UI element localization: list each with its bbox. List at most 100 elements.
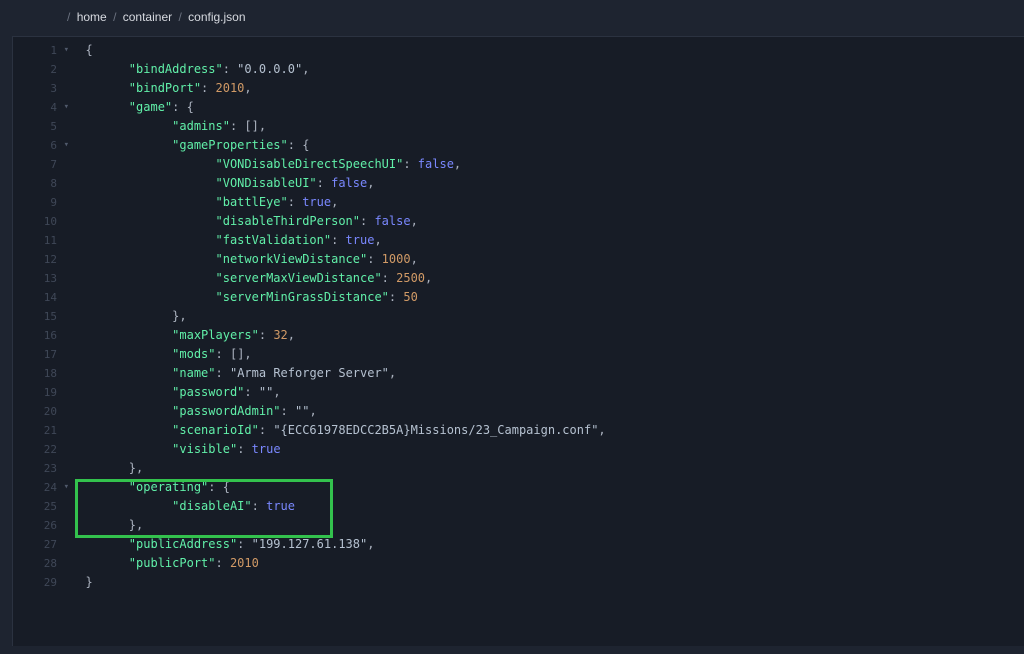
code-line[interactable]: "visible": true	[71, 440, 1024, 459]
code-line[interactable]: "publicAddress": "199.127.61.138",	[71, 535, 1024, 554]
line-number: 5	[50, 120, 57, 133]
token-p: :	[389, 290, 403, 304]
code-line[interactable]: },	[71, 516, 1024, 535]
code-line[interactable]: "bindPort": 2010,	[71, 79, 1024, 98]
token-key: "battlEye"	[216, 195, 288, 209]
token-p: :	[259, 328, 273, 342]
token-p: :	[223, 62, 237, 76]
code-line[interactable]: "serverMinGrassDistance": 50	[71, 288, 1024, 307]
line-number: 17	[44, 348, 57, 361]
token-key: "VONDisableUI"	[216, 176, 317, 190]
code-line[interactable]: "maxPlayers": 32,	[71, 326, 1024, 345]
line-number: 29	[44, 576, 57, 589]
code-line[interactable]: "publicPort": 2010	[71, 554, 1024, 573]
code-line[interactable]: "battlEye": true,	[71, 193, 1024, 212]
code-line[interactable]: },	[71, 459, 1024, 478]
code-line[interactable]: "VONDisableDirectSpeechUI": false,	[71, 155, 1024, 174]
code-editor[interactable]: 1▾234▾56▾7891011121314151617181920212223…	[12, 36, 1024, 646]
line-number: 10	[44, 215, 57, 228]
token-num: 50	[403, 290, 417, 304]
token-strv: ""	[295, 404, 309, 418]
token-p: :	[237, 442, 251, 456]
token-strv: "199.127.61.138"	[252, 537, 368, 551]
token-key: "disableThirdPerson"	[216, 214, 361, 228]
token-p: }	[85, 575, 92, 589]
token-p: :	[382, 271, 396, 285]
token-num: 1000	[382, 252, 411, 266]
token-p: ,	[367, 176, 374, 190]
code-content[interactable]: { "bindAddress": "0.0.0.0", "bindPort": …	[71, 37, 1024, 592]
code-line[interactable]: "disableThirdPerson": false,	[71, 212, 1024, 231]
gutter-line: 20	[13, 402, 71, 421]
code-line[interactable]: "password": "",	[71, 383, 1024, 402]
gutter-line: 27	[13, 535, 71, 554]
code-line[interactable]: "VONDisableUI": false,	[71, 174, 1024, 193]
token-key: "serverMinGrassDistance"	[216, 290, 389, 304]
token-p: ,	[273, 385, 280, 399]
code-line[interactable]: "serverMaxViewDistance": 2500,	[71, 269, 1024, 288]
code-line[interactable]: "passwordAdmin": "",	[71, 402, 1024, 421]
fold-toggle-icon[interactable]: ▾	[64, 44, 69, 56]
gutter-line: 10	[13, 212, 71, 231]
code-line[interactable]: "bindAddress": "0.0.0.0",	[71, 60, 1024, 79]
token-p: :	[216, 556, 230, 570]
token-p: :	[237, 537, 251, 551]
token-p: : [],	[230, 119, 266, 133]
breadcrumb-sep: /	[64, 10, 73, 24]
fold-toggle-icon[interactable]: ▾	[64, 481, 69, 493]
token-p: :	[201, 81, 215, 95]
code-line[interactable]: "scenarioId": "{ECC61978EDCC2B5A}Mission…	[71, 421, 1024, 440]
gutter-line: 26	[13, 516, 71, 535]
line-number: 8	[50, 177, 57, 190]
line-number: 22	[44, 443, 57, 456]
code-line[interactable]: "disableAI": true	[71, 497, 1024, 516]
breadcrumb-seg-file[interactable]: config.json	[188, 10, 245, 24]
token-p: :	[252, 499, 266, 513]
gutter-line: 22	[13, 440, 71, 459]
token-num: 2010	[230, 556, 259, 570]
code-line[interactable]: }	[71, 573, 1024, 592]
gutter-line: 4▾	[13, 98, 71, 117]
token-strv: "0.0.0.0"	[237, 62, 302, 76]
token-key: "publicPort"	[129, 556, 216, 570]
token-key: "password"	[172, 385, 244, 399]
fold-toggle-icon[interactable]: ▾	[64, 139, 69, 151]
token-p: ,	[411, 214, 418, 228]
code-line[interactable]: "mods": [],	[71, 345, 1024, 364]
code-line[interactable]: "admins": [],	[71, 117, 1024, 136]
breadcrumb-seg-container[interactable]: container	[123, 10, 172, 24]
gutter-line: 7	[13, 155, 71, 174]
code-line[interactable]: "name": "Arma Reforger Server",	[71, 364, 1024, 383]
code-line[interactable]: "operating": {	[71, 478, 1024, 497]
code-line[interactable]: },	[71, 307, 1024, 326]
token-key: "VONDisableDirectSpeechUI"	[216, 157, 404, 171]
fold-toggle-icon[interactable]: ▾	[64, 101, 69, 113]
token-p: : {	[208, 480, 230, 494]
line-number: 21	[44, 424, 57, 437]
token-key: "disableAI"	[172, 499, 251, 513]
token-boo: false	[374, 214, 410, 228]
token-p: :	[360, 214, 374, 228]
token-p: },	[129, 461, 143, 475]
token-key: "operating"	[129, 480, 208, 494]
gutter-line: 15	[13, 307, 71, 326]
line-number: 12	[44, 253, 57, 266]
gutter-line: 3	[13, 79, 71, 98]
code-line[interactable]: "fastValidation": true,	[71, 231, 1024, 250]
code-line[interactable]: {	[71, 41, 1024, 60]
line-number: 19	[44, 386, 57, 399]
breadcrumb-seg-home[interactable]: home	[77, 10, 107, 24]
gutter-line: 28	[13, 554, 71, 573]
gutter-line: 19	[13, 383, 71, 402]
line-number: 25	[44, 500, 57, 513]
line-number: 1	[50, 44, 57, 57]
token-boo: false	[418, 157, 454, 171]
token-p: :	[317, 176, 331, 190]
token-num: 32	[273, 328, 287, 342]
token-p: :	[367, 252, 381, 266]
token-key: "scenarioId"	[172, 423, 259, 437]
code-line[interactable]: "game": {	[71, 98, 1024, 117]
code-line[interactable]: "gameProperties": {	[71, 136, 1024, 155]
token-strv: "Arma Reforger Server"	[230, 366, 389, 380]
code-line[interactable]: "networkViewDistance": 1000,	[71, 250, 1024, 269]
